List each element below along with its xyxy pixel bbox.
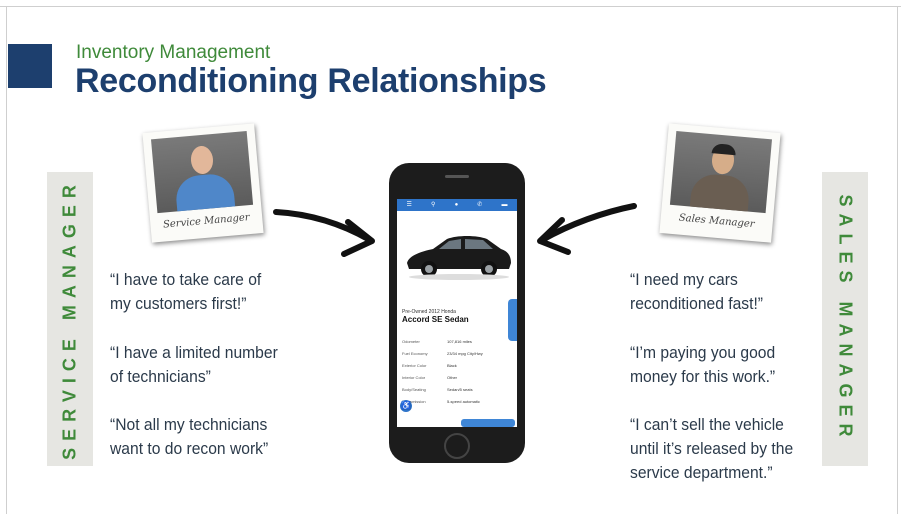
service-quote-1: “I have to take care of my customers firs… [110, 270, 262, 313]
car-name: Accord SE Sedan [402, 315, 469, 324]
slide-title: Reconditioning Relationships [75, 62, 547, 100]
spec-row: Interior Color Other [402, 375, 458, 380]
car-icon: ▬ [501, 202, 508, 208]
phone-icon: ✆ [477, 202, 483, 208]
sales-manager-banner: SALES MANAGER [822, 172, 868, 466]
service-manager-banner: SERVICE MANAGER [47, 172, 93, 466]
sales-quote-2: “I’m paying you good money for this work.… [630, 343, 776, 386]
phone-nav-bar: ☰ ⚲ ● ✆ ▬ [397, 199, 517, 211]
message-us-tab[interactable] [508, 299, 517, 341]
phone-screen: ☰ ⚲ ● ✆ ▬ Pre-Owned 2012 Honda Accord SE… [397, 199, 517, 427]
phone-home-button [444, 433, 470, 459]
service-quote-3: “Not all my technicians want to do recon … [110, 415, 269, 458]
car-image [407, 236, 511, 280]
right-arrow-icon [537, 203, 637, 255]
slide-subtitle: Inventory Management [76, 42, 271, 63]
sales-manager-caption: Sales Manager [678, 212, 755, 231]
slide-border-right [897, 6, 898, 514]
service-manager-photo [150, 130, 254, 214]
service-quote-2: “I have a limited number of technicians” [110, 343, 278, 386]
accessibility-icon[interactable]: ♿ [400, 400, 412, 412]
header-accent-square [8, 44, 52, 88]
sales-manager-photo-card: Sales Manager [659, 123, 781, 243]
spec-row: Fuel Economy 23/34 mpg City/Hwy [402, 351, 483, 356]
service-manager-photo-card: Service Manager [142, 123, 264, 243]
slide-border-top [0, 6, 901, 7]
sales-manager-photo [669, 130, 773, 214]
menu-icon: ☰ [406, 202, 412, 208]
sales-quote-3: “I can’t sell the vehicle until it’s rele… [630, 415, 794, 482]
location-icon: ● [454, 202, 459, 208]
spec-row: Odometer 107,816 miles [402, 339, 472, 344]
search-icon: ⚲ [431, 202, 436, 208]
left-arrow-icon [273, 209, 375, 257]
sales-quote-1: “I need my cars reconditioned fast!” [630, 270, 764, 313]
spec-row: Body/Seating Sedan/5 seats [402, 387, 473, 392]
service-manager-caption: Service Manager [162, 212, 251, 231]
phone-action-button[interactable] [461, 419, 515, 427]
phone-speaker [445, 175, 469, 178]
spec-row: Exterior Color Black [402, 363, 457, 368]
service-manager-label: SERVICE MANAGER [59, 178, 80, 460]
slide-border-left [6, 6, 7, 514]
smartphone-mockup: ☰ ⚲ ● ✆ ▬ Pre-Owned 2012 Honda Accord SE… [389, 163, 525, 463]
sales-manager-label: SALES MANAGER [835, 194, 856, 444]
